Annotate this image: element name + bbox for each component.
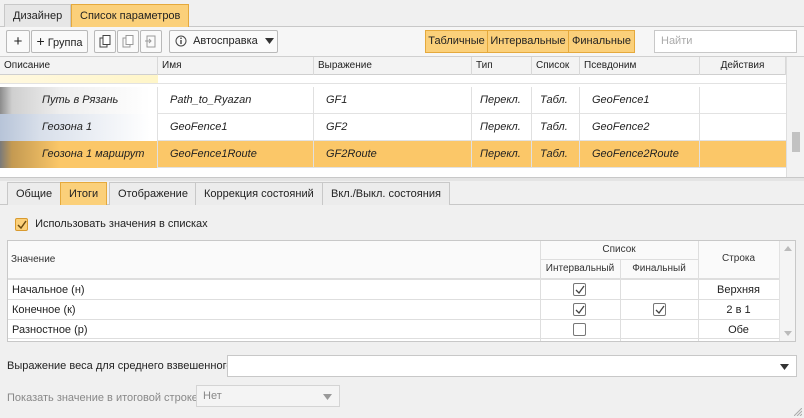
cell-name: GeoFence1 xyxy=(158,114,314,141)
table-row[interactable]: Путь в Рязань Path_to_Ryazan GF1 Перекл.… xyxy=(0,87,786,114)
weight-expression-label: Выражение веса для среднего взвешенного: xyxy=(7,360,236,372)
tab-state-correction[interactable]: Коррекция состояний xyxy=(195,182,323,205)
checkmark-icon xyxy=(575,305,585,315)
col-list[interactable]: Список xyxy=(532,57,580,75)
caret-down-icon xyxy=(323,394,332,400)
table-row[interactable]: Конечное (к) 2 в 1 xyxy=(8,299,779,319)
value-label: Конечное (к) xyxy=(12,304,76,316)
tab-totals[interactable]: Итоги xyxy=(60,182,108,205)
value-label: Разностное (р) xyxy=(12,324,88,336)
cell-alias: GeoFence1 xyxy=(580,87,700,114)
table-row[interactable]: Геозона 1 GeoFence1 GF2 Перекл. Табл. Ge… xyxy=(0,114,786,141)
cell-list: Табл. xyxy=(532,114,580,141)
plus-icon: + xyxy=(36,33,45,49)
cell-description: Геозона 1 маршрут xyxy=(0,141,158,168)
cell-description: Путь в Рязань xyxy=(0,87,158,114)
detail-tab-bar: Общие Итоги Отображение Коррекция состоя… xyxy=(0,181,804,205)
cell-expression: GF1 xyxy=(314,87,472,114)
caret-down-icon xyxy=(264,38,274,45)
table-row-selected[interactable]: Геозона 1 маршрут GeoFence1Route GF2Rout… xyxy=(0,141,786,168)
show-total-select[interactable]: Нет xyxy=(196,385,340,407)
cell-list: Табл. xyxy=(532,87,580,114)
tab-general[interactable]: Общие xyxy=(7,182,62,205)
info-icon xyxy=(175,35,187,47)
cell-expression: GF2Route xyxy=(314,141,472,168)
copy-button[interactable] xyxy=(94,30,116,53)
final-checkbox[interactable] xyxy=(653,303,666,316)
cell-name: GeoFence1Route xyxy=(158,141,314,168)
scrollbar-thumb[interactable] xyxy=(792,132,800,152)
search-input[interactable]: Найти xyxy=(654,30,797,53)
show-total-label: Показать значение в итоговой строке: xyxy=(7,392,201,404)
col-expression[interactable]: Выражение xyxy=(314,57,472,75)
top-tab-bar: Дизайнер Список параметров xyxy=(0,0,804,27)
checkmark-icon xyxy=(655,305,665,315)
row-position-value[interactable]: Обе xyxy=(698,320,779,340)
col-alias[interactable]: Псевдоним xyxy=(580,57,700,75)
scroll-down-icon xyxy=(784,331,792,336)
add-button[interactable]: + xyxy=(6,30,30,53)
grid-scrollbar[interactable] xyxy=(786,57,804,177)
use-in-lists-checkbox[interactable] xyxy=(15,217,28,231)
scroll-up-icon xyxy=(784,246,792,251)
col-type[interactable]: Тип xyxy=(472,57,532,75)
caret-down-icon xyxy=(780,364,789,370)
cell-expression: GF2 xyxy=(314,114,472,141)
plus-icon: + xyxy=(13,33,23,50)
tab-state-toggle[interactable]: Вкл./Выкл. состояния xyxy=(322,182,450,205)
copy-icon xyxy=(99,34,111,48)
col-row-header: Строка xyxy=(721,253,756,264)
col-description[interactable]: Описание xyxy=(0,57,158,75)
cell-alias: GeoFence2Route xyxy=(580,141,700,168)
toolbar: + + Группа Автосправка Табличные Интерва… xyxy=(0,27,804,57)
row-position-value[interactable]: 2 в 1 xyxy=(698,300,779,320)
import-icon xyxy=(145,35,156,48)
cell-type: Перекл. xyxy=(472,141,532,168)
value-label: Начальное (н) xyxy=(12,284,85,296)
tab-designer[interactable]: Дизайнер xyxy=(4,4,72,27)
paste-icon xyxy=(122,34,134,48)
filter-tabular[interactable]: Табличные xyxy=(425,30,488,53)
checkmark-icon xyxy=(17,220,27,229)
add-group-button[interactable]: + Группа xyxy=(31,30,88,53)
checkmark-icon xyxy=(575,285,585,295)
interval-checkbox[interactable] xyxy=(573,303,586,316)
import-button[interactable] xyxy=(140,30,162,53)
filter-interval[interactable]: Интервальные xyxy=(488,30,569,53)
use-in-lists-label: Использовать значения в списках xyxy=(35,218,208,231)
interval-checkbox[interactable] xyxy=(573,283,586,296)
cell-alias: GeoFence2 xyxy=(580,114,700,141)
weight-expression-select[interactable] xyxy=(227,355,797,377)
cell-type: Перекл. xyxy=(472,114,532,141)
paste-button[interactable] xyxy=(117,30,139,53)
use-in-lists-row[interactable]: Использовать значения в списках xyxy=(15,216,208,232)
cell-name: Path_to_Ryazan xyxy=(158,87,314,114)
cell-list: Табл. xyxy=(532,141,580,168)
col-interval-header: Интервальный xyxy=(545,263,615,274)
col-list-header: Список xyxy=(602,244,636,255)
group-label: Группа xyxy=(47,37,83,49)
col-value-header: Значение xyxy=(11,254,56,265)
table-row[interactable]: Разностное (р) Обе xyxy=(8,319,779,339)
tab-parameter-list[interactable]: Список параметров xyxy=(71,4,190,27)
table-row[interactable]: Начальное (н) Верхняя xyxy=(8,279,779,299)
cell-description: Геозона 1 xyxy=(0,114,158,141)
col-name[interactable]: Имя xyxy=(158,57,314,75)
col-actions[interactable]: Действия xyxy=(700,57,786,75)
filter-final[interactable]: Финальные xyxy=(569,30,635,53)
row-position-value[interactable]: Верхняя xyxy=(698,280,779,300)
summary-table: Значение Список Интервальный Финальный С… xyxy=(7,240,796,342)
table-row-partial xyxy=(0,75,158,83)
cell-type: Перекл. xyxy=(472,87,532,114)
grid-header: Описание Имя Выражение Тип Список Псевдо… xyxy=(0,57,786,75)
tab-display[interactable]: Отображение xyxy=(109,182,197,205)
autohelp-label: Автосправка xyxy=(193,35,258,47)
interval-checkbox[interactable] xyxy=(573,323,586,336)
resize-grip-icon[interactable] xyxy=(794,408,802,416)
parameter-grid: Описание Имя Выражение Тип Список Псевдо… xyxy=(0,57,804,178)
summary-scrollbar[interactable] xyxy=(779,241,795,341)
autohelp-button[interactable]: Автосправка xyxy=(169,30,278,53)
show-total-value: Нет xyxy=(203,390,222,402)
col-final-header: Финальный xyxy=(632,263,686,274)
